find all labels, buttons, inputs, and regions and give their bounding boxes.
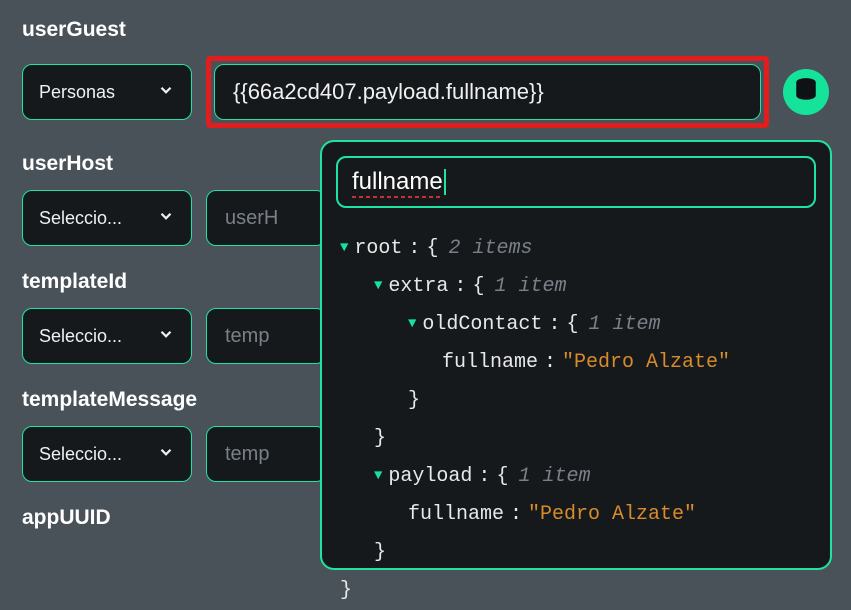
chevron-down-icon [157,325,175,348]
brace-open: { [426,230,438,268]
caret-down-icon: ▼ [374,463,382,490]
select-templateid[interactable]: Seleccio... [22,308,192,364]
select-userguest[interactable]: Personas [22,64,192,120]
input-userhost[interactable]: userH [206,190,326,246]
select-userhost-text: Seleccio... [39,208,122,229]
input-templatemessage[interactable]: temp [206,426,326,482]
input-userguest[interactable]: {{66a2cd407.payload.fullname}} [214,64,761,120]
search-input-text: fullname [352,168,443,196]
tree-node-root[interactable]: ▼ root : { 2 items [340,230,816,268]
json-tree: ▼ root : { 2 items ▼ extra : { 1 item ▼ … [336,230,816,610]
database-button[interactable] [783,69,829,115]
data-picker-popover: fullname ▼ root : { 2 items ▼ extra : { … [320,140,832,570]
tree-leaf-fullname-1[interactable]: fullname : "Pedro Alzate" [340,344,816,382]
brace-close: } [340,572,816,610]
tree-key: fullname [408,496,504,534]
input-templatemessage-placeholder: temp [225,443,269,466]
input-userguest-text: {{66a2cd407.payload.fullname}} [233,79,544,105]
tree-meta: 1 item [518,458,590,496]
row-userguest: Personas {{66a2cd407.payload.fullname}} [22,56,829,128]
tree-meta: 1 item [588,306,660,344]
select-userguest-text: Personas [39,82,115,103]
tree-leaf-fullname-2[interactable]: fullname : "Pedro Alzate" [340,496,816,534]
input-templateid[interactable]: temp [206,308,326,364]
caret-down-icon: ▼ [374,273,382,300]
field-userguest: userGuest Personas {{66a2cd407.payload.f… [22,18,829,128]
caret-down-icon: ▼ [408,311,416,338]
label-userguest: userGuest [22,18,829,42]
text-caret [444,169,446,195]
tree-node-oldcontact[interactable]: ▼ oldContact : { 1 item [340,306,816,344]
tree-key: root [354,230,402,268]
tree-value: "Pedro Alzate" [528,496,696,534]
tree-node-payload[interactable]: ▼ payload : { 1 item [340,458,816,496]
brace-open: { [496,458,508,496]
chevron-down-icon [157,81,175,104]
chevron-down-icon [157,207,175,230]
select-templatemessage[interactable]: Seleccio... [22,426,192,482]
search-input[interactable]: fullname [336,156,816,208]
brace-open: { [566,306,578,344]
input-userhost-placeholder: userH [225,207,278,230]
input-templateid-placeholder: temp [225,325,269,348]
brace-close: } [340,382,816,420]
caret-down-icon: ▼ [340,235,348,262]
tree-key: oldContact [422,306,542,344]
tree-node-extra[interactable]: ▼ extra : { 1 item [340,268,816,306]
tree-key: payload [388,458,472,496]
database-icon [793,77,819,108]
brace-open: { [472,268,484,306]
chevron-down-icon [157,443,175,466]
tree-meta: 2 items [448,230,532,268]
select-templateid-text: Seleccio... [39,326,122,347]
tree-key: extra [388,268,448,306]
tree-meta: 1 item [494,268,566,306]
brace-close: } [340,534,816,572]
tree-key: fullname [442,344,538,382]
select-userhost[interactable]: Seleccio... [22,190,192,246]
brace-close: } [340,420,816,458]
select-templatemessage-text: Seleccio... [39,444,122,465]
highlight-userguest-input: {{66a2cd407.payload.fullname}} [206,56,769,128]
tree-value: "Pedro Alzate" [562,344,730,382]
